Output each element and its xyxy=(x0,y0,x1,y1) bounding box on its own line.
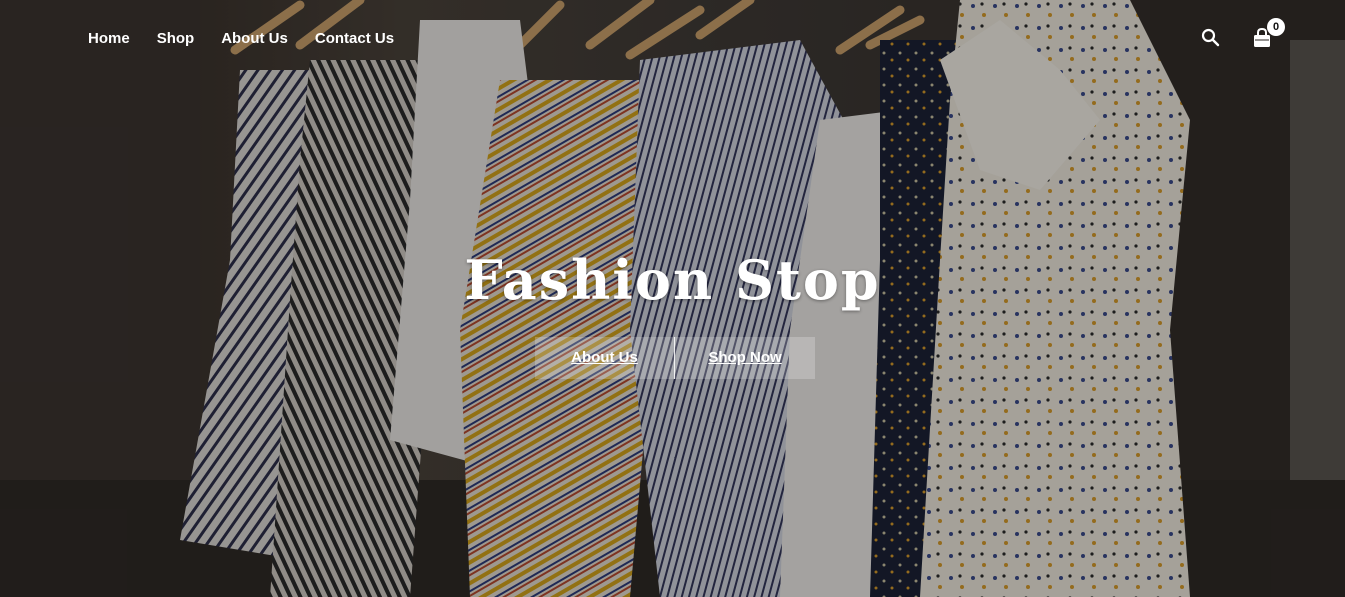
hero-cta-group: About Us Shop Now xyxy=(535,337,815,379)
nav-shop[interactable]: Shop xyxy=(157,28,195,50)
nav-home[interactable]: Home xyxy=(88,28,130,50)
hero-title: Fashion Stop xyxy=(464,248,881,312)
main-nav: Home Shop About Us Contact Us xyxy=(88,28,394,50)
nav-contact-us[interactable]: Contact Us xyxy=(315,28,394,50)
about-us-button[interactable]: About Us xyxy=(535,337,675,379)
search-button[interactable] xyxy=(1200,26,1222,50)
cart-count-badge: 0 xyxy=(1267,18,1285,36)
header-actions: 0 xyxy=(1200,18,1285,50)
search-icon xyxy=(1201,28,1220,47)
cart-button[interactable]: 0 xyxy=(1252,18,1285,50)
nav-about-us[interactable]: About Us xyxy=(221,28,288,50)
shop-now-button[interactable]: Shop Now xyxy=(675,337,815,379)
